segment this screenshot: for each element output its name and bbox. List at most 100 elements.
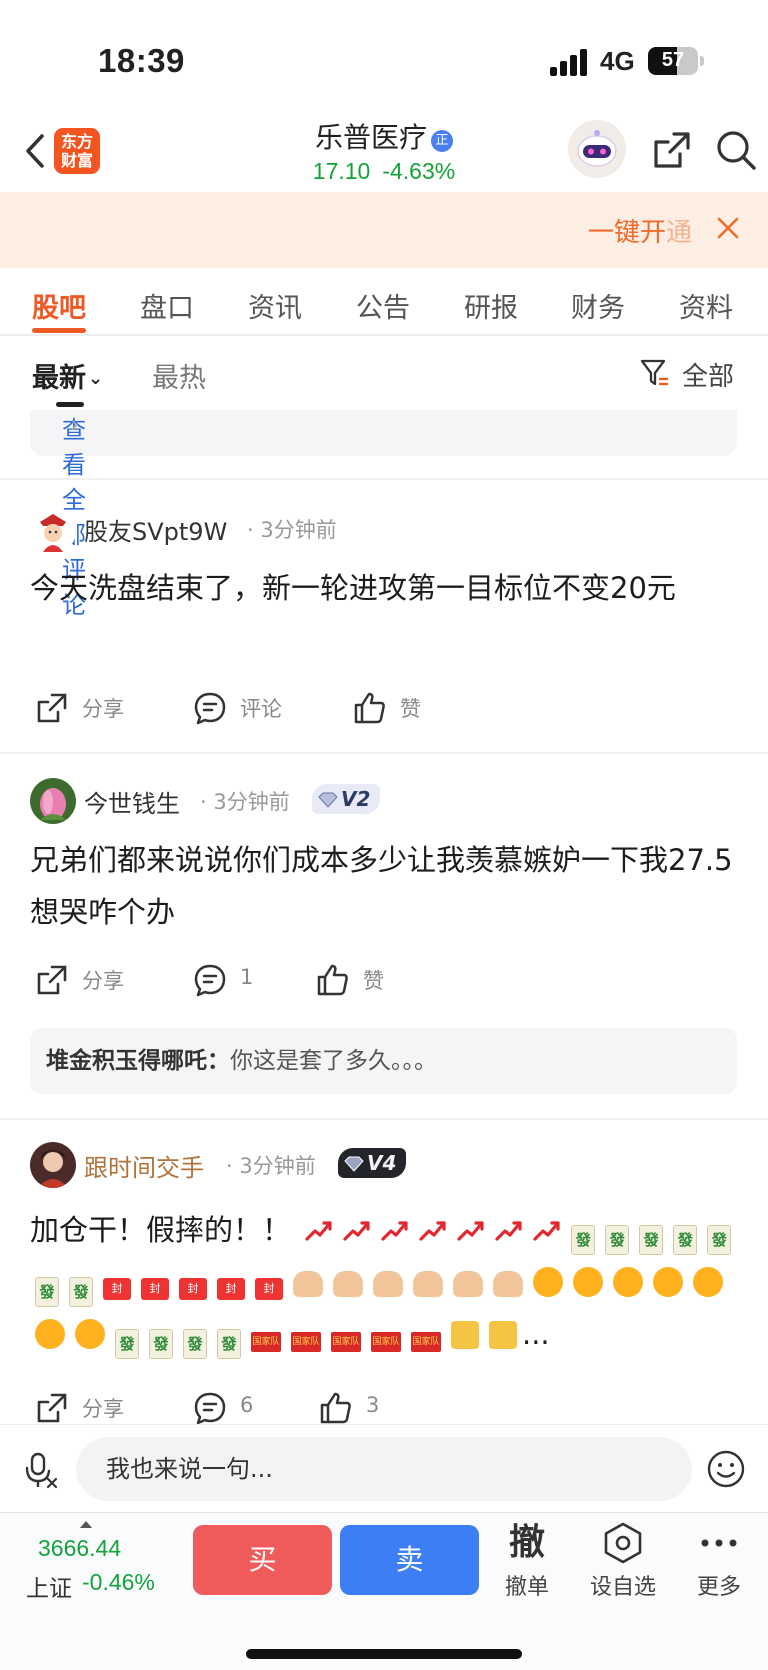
- fist-emoji-icon: [493, 1271, 523, 1297]
- username[interactable]: 股友SVpt9W: [84, 512, 227, 547]
- stock-up-emoji-icon: [495, 1221, 522, 1241]
- comment-icon: [194, 692, 226, 725]
- smirk-face-emoji-icon: [75, 1319, 105, 1349]
- filter-icon[interactable]: [640, 358, 670, 388]
- battery-icon: 57: [648, 47, 698, 75]
- mahjong-fa-emoji-icon: 發: [605, 1225, 630, 1255]
- comment-count: 1: [240, 965, 254, 989]
- mahjong-fa-emoji-icon: 發: [639, 1225, 664, 1255]
- index-name[interactable]: 上证: [26, 1569, 72, 1603]
- reply-username[interactable]: 堆金积玉得哪吒：: [46, 1048, 230, 1074]
- red-packet-emoji-icon: 封: [255, 1278, 283, 1300]
- comment-button[interactable]: 评论: [192, 686, 302, 730]
- red-packet-emoji-icon: 封: [217, 1278, 245, 1300]
- close-icon[interactable]: [714, 214, 742, 242]
- post-time-value: 3分钟前: [260, 518, 337, 542]
- username[interactable]: 今世钱生: [84, 784, 180, 819]
- avatar[interactable]: [30, 1142, 76, 1188]
- comment-button[interactable]: 1: [192, 958, 272, 1002]
- battery-tip: [700, 56, 704, 66]
- username[interactable]: 跟时间交手: [84, 1148, 204, 1183]
- reply-preview[interactable]: 堆金积玉得哪吒：你这是套了多久。。。: [30, 1028, 737, 1094]
- comment-icon: [194, 1392, 226, 1425]
- post-time: · 3分钟前: [247, 518, 337, 542]
- stock-up-emoji-icon: [419, 1221, 446, 1241]
- stock-up-emoji-icon: [381, 1221, 408, 1241]
- sort-hot[interactable]: 最热: [152, 356, 206, 395]
- more-label: 更多: [696, 1575, 741, 1600]
- tab-profile[interactable]: 资料: [679, 286, 733, 325]
- post-time: · 3分钟前: [226, 1154, 316, 1178]
- tab-finance[interactable]: 财务: [571, 286, 625, 325]
- buy-button[interactable]: 买: [193, 1525, 332, 1595]
- tab-guba[interactable]: 股吧: [32, 286, 86, 325]
- divider: [0, 1118, 768, 1120]
- beer-emoji-icon: [451, 1321, 479, 1349]
- add-watchlist-button[interactable]: 设自选: [578, 1521, 668, 1601]
- stock-price: 17.10: [312, 158, 371, 184]
- share-icon[interactable]: [650, 128, 694, 172]
- promo-banner[interactable]: 一键开通: [0, 192, 768, 268]
- index-change[interactable]: -0.46%: [82, 1569, 155, 1596]
- emoji-icon[interactable]: [706, 1449, 746, 1489]
- share-button[interactable]: 分享: [34, 958, 144, 1002]
- voice-input-icon[interactable]: [24, 1451, 60, 1489]
- stock-name: 乐普医疗: [314, 121, 427, 154]
- tab-active-indicator: [32, 328, 86, 333]
- sort-bar: 最新 ⌄ 最热 全部: [0, 338, 768, 410]
- tab-announcements[interactable]: 公告: [356, 286, 410, 325]
- promo-label: 一键开通: [587, 218, 692, 248]
- chevron-down-icon: ⌄: [88, 368, 104, 389]
- avatar[interactable]: [30, 778, 76, 824]
- post-content[interactable]: 兄弟们都来说说你们成本多少让我羡慕嫉妒一下我27.5想哭咋个办: [30, 834, 742, 938]
- national-team-flag-emoji-icon: 国家队: [411, 1332, 441, 1352]
- sort-latest[interactable]: 最新 ⌄: [32, 356, 103, 395]
- tab-pankou[interactable]: 盘口: [140, 286, 194, 325]
- cancel-order-button[interactable]: 撤 撤单: [482, 1521, 572, 1601]
- post-content[interactable]: 今天洗盘结束了，新一轮进攻第一目标位不变20元: [30, 562, 742, 614]
- diamond-icon: [344, 1156, 364, 1172]
- expand-up-icon[interactable]: [80, 1521, 92, 1528]
- fist-emoji-icon: [293, 1271, 323, 1297]
- filter-label[interactable]: 全部: [682, 356, 734, 393]
- robot-assistant-icon[interactable]: [568, 120, 626, 178]
- view-all-comments-box[interactable]: 查看全部评论›: [30, 410, 737, 619]
- post-actions: 分享 评论 赞: [0, 686, 768, 730]
- post-time-value: 3分钟前: [213, 790, 290, 814]
- national-team-flag-emoji-icon: 国家队: [371, 1332, 401, 1352]
- index-value[interactable]: 3666.44: [38, 1535, 121, 1562]
- post-content[interactable]: 加仓干！假摔的！！ 發發發發發發發封封封封封發發發發国家队 国家队 国家队 国家队 国家…: [30, 1204, 742, 1360]
- more-dots-icon: [674, 1521, 764, 1565]
- like-label: 赞: [363, 969, 384, 993]
- status-time: 18:39: [98, 42, 185, 79]
- post-time: · 3分钟前: [200, 790, 290, 814]
- sell-button[interactable]: 卖: [340, 1525, 479, 1595]
- share-label: 分享: [82, 969, 124, 993]
- share-icon: [37, 965, 67, 995]
- national-team-flag-emoji-icon: 国家队: [291, 1332, 321, 1352]
- tab-news[interactable]: 资讯: [248, 286, 302, 325]
- avatar[interactable]: [30, 508, 76, 554]
- thumbs-up-icon: [354, 692, 385, 724]
- mahjong-fa-emoji-icon: 發: [115, 1329, 139, 1359]
- divider: [0, 752, 768, 754]
- share-icon: [37, 693, 67, 723]
- like-button[interactable]: 赞: [352, 686, 462, 730]
- signal-icon: [550, 48, 590, 76]
- stock-up-emoji-icon: [457, 1221, 484, 1241]
- national-team-flag-emoji-icon: 国家队: [331, 1332, 361, 1352]
- smirk-face-emoji-icon: [35, 1319, 65, 1349]
- red-packet-emoji-icon: 封: [103, 1278, 131, 1300]
- share-button[interactable]: 分享: [34, 686, 144, 730]
- comment-input[interactable]: 我也来说一句...: [76, 1437, 692, 1501]
- like-button[interactable]: 赞: [315, 958, 425, 1002]
- reply-text: 你这是套了多久。。。: [230, 1048, 437, 1074]
- more-button[interactable]: 更多: [674, 1521, 764, 1601]
- stock-up-emoji-icon: [305, 1221, 332, 1241]
- mahjong-fa-emoji-icon: 發: [673, 1225, 698, 1255]
- search-icon[interactable]: [714, 128, 758, 172]
- promo-text[interactable]: 一键开通: [588, 212, 692, 249]
- smirk-face-emoji-icon: [573, 1267, 603, 1297]
- fist-emoji-icon: [333, 1271, 363, 1297]
- tab-research[interactable]: 研报: [464, 286, 518, 325]
